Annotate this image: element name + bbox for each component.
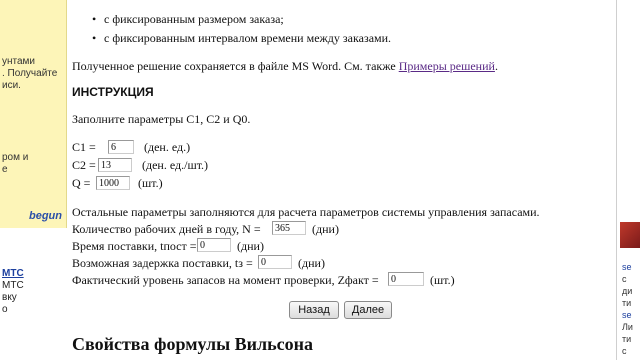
other-params-text: Остальные параметры заполняются для расч… [72, 205, 540, 219]
right-line[interactable]: se [622, 310, 632, 320]
left-ad-line: ром и [2, 152, 29, 163]
right-panel: se с ди ти se Ли ти с [614, 0, 640, 360]
right-line: с [622, 346, 627, 356]
right-divider [616, 0, 617, 360]
bullet-item: с фиксированным размером заказа; [92, 12, 284, 27]
delivery-input[interactable]: 0 [197, 238, 231, 252]
left-bottom-line: вку [2, 292, 17, 303]
wilson-heading: Свойства формулы Вильсона [72, 334, 314, 354]
left-bottom-panel: MTC МТС вку о [0, 262, 66, 352]
c2-input[interactable]: 13 [98, 158, 132, 172]
right-line: ти [622, 298, 632, 308]
enter-params-text: Заполните параметры C1, C2 и Q0. [72, 112, 251, 126]
delay-input[interactable]: 0 [258, 255, 292, 269]
left-ad-line: . Получайте [2, 68, 58, 79]
c2-unit: (ден. ед./шт.) [142, 158, 209, 172]
saved-text-body: Полученное решение сохраняется в файле M… [72, 59, 396, 73]
delay-label: Возможная задержка поставки, tз = [72, 256, 253, 270]
left-bottom-line: МТС [2, 280, 24, 291]
left-ad-panel: унтами . Получайте иси. ром и е begun [0, 0, 67, 228]
stock-label: Фактический уровень запасов на момент пр… [72, 273, 379, 287]
delay-unit: (дни) [298, 256, 325, 270]
days-label: Количество рабочих дней в году, N = [72, 222, 261, 236]
c1-unit: (ден. ед.) [144, 140, 191, 154]
saved-text: Полученное решение сохраняется в файле M… [72, 59, 498, 73]
begun-logo[interactable]: begun [29, 210, 62, 222]
left-bottom-line: о [2, 304, 8, 315]
mts-link[interactable]: MTC [2, 268, 24, 279]
bullet-item: с фиксированным интервалом времени между… [92, 31, 391, 46]
left-ad-line: унтами [2, 56, 36, 67]
delivery-label: Время поставки, tпост = [72, 239, 197, 253]
left-ad-line: иси. [2, 80, 21, 91]
right-line: Ли [622, 322, 633, 332]
q-unit: (шт.) [138, 176, 163, 190]
right-line[interactable]: se [622, 262, 632, 272]
stock-input[interactable]: 0 [388, 272, 424, 286]
main-content: с фиксированным размером заказа; с фикси… [72, 0, 602, 360]
right-line: с [622, 274, 627, 284]
c2-label: C2 = [72, 158, 96, 172]
q-input[interactable]: 1000 [96, 176, 130, 190]
c1-label: C1 = [72, 140, 96, 154]
q-label: Q = [72, 176, 91, 190]
c1-input[interactable]: 6 [108, 140, 134, 154]
back-button[interactable]: Назад [289, 301, 339, 319]
right-line: ти [622, 334, 632, 344]
days-unit: (дни) [312, 222, 339, 236]
stock-unit: (шт.) [430, 273, 455, 287]
delivery-unit: (дни) [237, 239, 264, 253]
left-ad-line: е [2, 164, 8, 175]
right-line: ди [622, 286, 633, 296]
days-input[interactable]: 365 [272, 221, 306, 235]
ad-thumbnail[interactable] [620, 222, 640, 248]
examples-link[interactable]: Примеры решений [399, 59, 495, 73]
instruction-heading: ИНСТРУКЦИЯ [72, 85, 154, 99]
next-button[interactable]: Далее [344, 301, 392, 319]
